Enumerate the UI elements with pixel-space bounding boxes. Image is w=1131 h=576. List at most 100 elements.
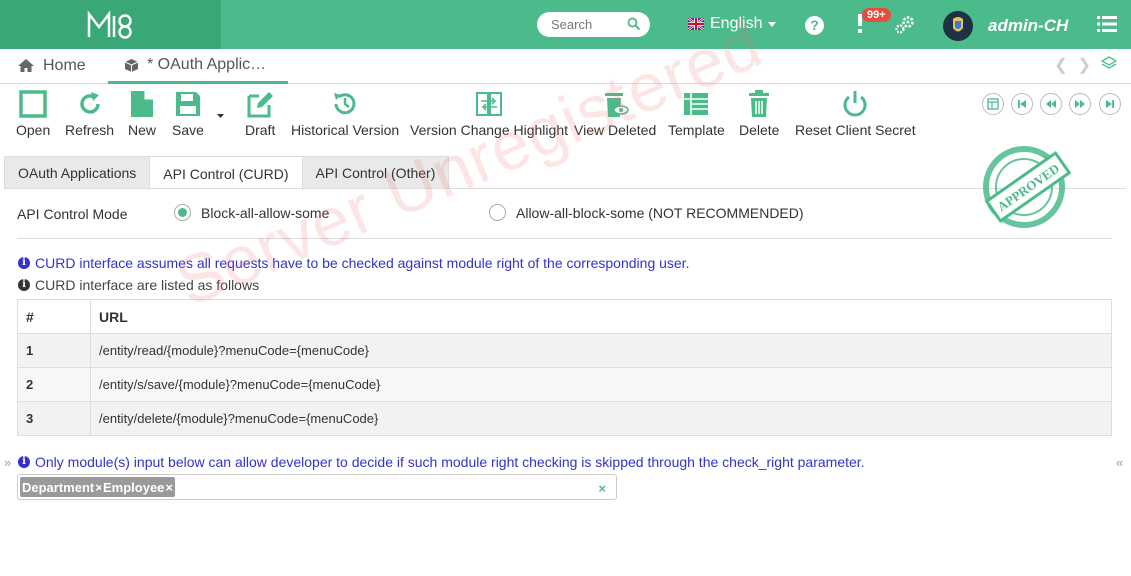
language-selector[interactable]: English: [688, 15, 777, 33]
cube-icon: [124, 58, 139, 72]
row-url: /entity/read/{module}?menuCode={menuCode…: [90, 333, 1112, 368]
approved-stamp-icon: APPROVED: [983, 146, 1072, 228]
tab-home[interactable]: Home: [17, 49, 86, 82]
draft-label: Draft: [245, 122, 276, 138]
caret-down-icon: [768, 21, 777, 27]
first-record-button[interactable]: [1011, 93, 1033, 115]
info-note-2-text: CURD interface are listed as follows: [35, 277, 260, 293]
table-row[interactable]: 3 /entity/delete/{module}?menuCode={menu…: [17, 401, 1112, 436]
clear-tags-icon[interactable]: ×: [598, 481, 606, 496]
previous-record-button[interactable]: [1040, 93, 1062, 115]
square-icon: [19, 90, 47, 118]
new-button[interactable]: New: [128, 90, 156, 138]
reset-client-secret-label: Reset Client Secret: [795, 122, 916, 138]
row-url: /entity/s/save/{module}?menuCode={menuCo…: [90, 367, 1112, 402]
refresh-label: Refresh: [65, 122, 115, 138]
table-row[interactable]: 1 /entity/read/{module}?menuCode={menuCo…: [17, 333, 1112, 368]
module-tag-input[interactable]: Department × Employee × ×: [17, 474, 617, 500]
tab-bar: Home * OAuth Applic… ❮ ❯: [0, 49, 1131, 84]
subtab-oauth-applications[interactable]: OAuth Applications: [4, 156, 151, 189]
curd-url-table: # URL 1 /entity/read/{module}?menuCode={…: [17, 299, 1112, 436]
layout-toggle-button[interactable]: [982, 93, 1004, 115]
open-label: Open: [16, 122, 51, 138]
version-change-highlight-button[interactable]: Version Change Highlight: [410, 90, 568, 138]
menu-list-icon[interactable]: [1097, 15, 1117, 33]
table-row[interactable]: 2 /entity/s/save/{module}?menuCode={menu…: [17, 367, 1112, 402]
tag-department-label: Department: [22, 479, 95, 495]
template-icon: [684, 93, 709, 115]
m18-logo-icon: [87, 9, 132, 39]
new-file-icon: [131, 91, 153, 117]
subtab-api-control-other[interactable]: API Control (Other): [301, 156, 450, 189]
column-header-url: URL: [90, 299, 1112, 334]
layout-icon: [987, 98, 999, 110]
tag-remove-icon[interactable]: ×: [165, 480, 173, 495]
gears-icon[interactable]: [895, 16, 915, 34]
row-number: 2: [17, 367, 91, 402]
radio-block-all-allow-some[interactable]: Block-all-allow-some: [174, 204, 329, 221]
subtab-divider: [4, 188, 1126, 189]
next-record-button[interactable]: [1069, 93, 1091, 115]
chevron-left-icon[interactable]: ❮: [1054, 55, 1067, 75]
compare-icon: [476, 92, 502, 116]
info-icon: i: [18, 279, 30, 291]
delete-button[interactable]: Delete: [739, 90, 779, 138]
search-box[interactable]: [537, 12, 650, 37]
collapse-right-icon[interactable]: «: [1116, 455, 1123, 470]
tab-navigation: ❮ ❯: [1054, 55, 1117, 75]
last-record-button[interactable]: [1099, 93, 1121, 115]
refresh-icon: [79, 92, 100, 114]
radio-allow-all-block-some-label: Allow-all-block-some (NOT RECOMMENDED): [516, 204, 804, 221]
save-dropdown-caret-icon[interactable]: [217, 114, 224, 118]
rewind-icon: [1046, 100, 1056, 108]
historical-version-button[interactable]: Historical Version: [291, 90, 399, 138]
view-deleted-button[interactable]: View Deleted: [574, 90, 656, 138]
divider: [17, 238, 1112, 239]
avatar[interactable]: [943, 11, 973, 41]
open-button[interactable]: Open: [16, 90, 50, 138]
search-input[interactable]: [551, 17, 627, 32]
notification-badge: 99+: [862, 8, 891, 22]
subtab-api-control-curd[interactable]: API Control (CURD): [149, 156, 303, 190]
toolbar: Open Refresh New Save Draft Historical V…: [0, 85, 1131, 145]
row-number: 1: [17, 333, 91, 368]
view-deleted-label: View Deleted: [574, 122, 657, 138]
radio-selected-icon[interactable]: [174, 204, 191, 221]
help-icon[interactable]: ?: [805, 16, 824, 35]
subtab-bar: OAuth Applications API Control (CURD) AP…: [4, 156, 450, 190]
app-logo[interactable]: [0, 0, 221, 49]
uk-flag-icon: [688, 18, 704, 30]
historical-version-label: Historical Version: [291, 122, 400, 138]
username[interactable]: admin-CH: [988, 16, 1068, 36]
search-icon[interactable]: [627, 17, 641, 31]
info-icon: i: [18, 456, 30, 468]
info-note-1-text: CURD interface assumes all requests have…: [35, 255, 690, 271]
chevron-right-icon[interactable]: ❯: [1078, 55, 1091, 75]
new-label: New: [128, 122, 157, 138]
draft-button[interactable]: Draft: [245, 90, 275, 138]
fast-forward-icon: [1075, 100, 1085, 108]
tab-home-label: Home: [43, 56, 86, 74]
refresh-button[interactable]: Refresh: [65, 90, 114, 138]
row-number: 3: [17, 401, 91, 436]
last-page-icon: [1106, 100, 1114, 108]
power-icon: [843, 91, 867, 117]
delete-label: Delete: [739, 122, 780, 138]
layers-icon[interactable]: [1101, 55, 1117, 71]
tag-employee-label: Employee: [103, 479, 165, 495]
expand-left-icon[interactable]: »: [4, 455, 11, 470]
save-button[interactable]: Save: [172, 90, 204, 138]
tag-employee: Employee ×: [101, 477, 176, 497]
tab-oauth-application[interactable]: * OAuth Applic…: [108, 49, 288, 84]
row-url: /entity/delete/{module}?menuCode={menuCo…: [90, 401, 1112, 436]
radio-unselected-icon[interactable]: [489, 204, 506, 221]
reset-client-secret-button[interactable]: Reset Client Secret: [795, 90, 916, 138]
info-note-3: i Only module(s) input below can allow d…: [18, 454, 865, 470]
template-button[interactable]: Template: [668, 90, 725, 138]
radio-allow-all-block-some[interactable]: Allow-all-block-some (NOT RECOMMENDED): [489, 204, 804, 221]
floppy-disk-icon: [175, 92, 200, 116]
trash-eye-icon: [605, 93, 629, 117]
tab-active-label: * OAuth Applic…: [147, 56, 267, 73]
template-label: Template: [668, 122, 725, 138]
info-note-3-text: Only module(s) input below can allow dev…: [35, 454, 865, 470]
